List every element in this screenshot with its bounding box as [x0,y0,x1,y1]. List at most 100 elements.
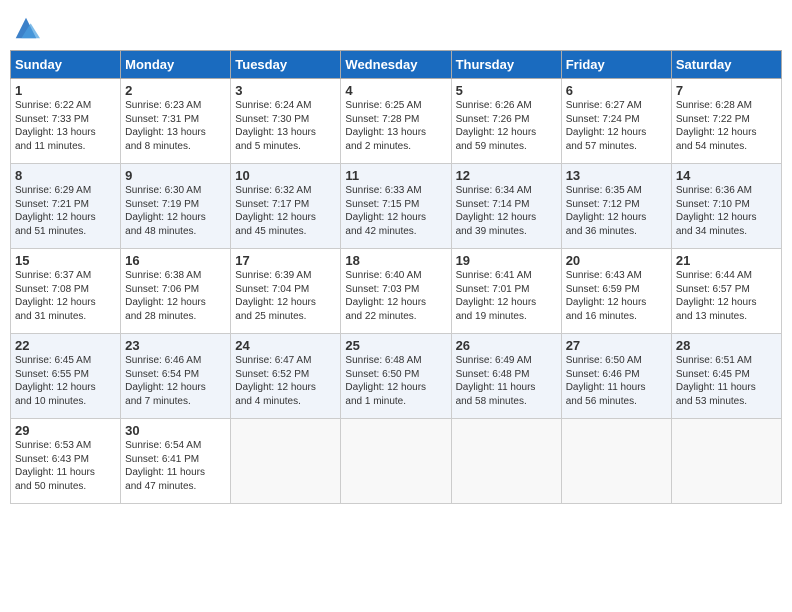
day-header-thursday: Thursday [451,51,561,79]
day-number: 29 [15,423,116,438]
calendar-cell: 27Sunrise: 6:50 AMSunset: 6:46 PMDayligh… [561,334,671,419]
calendar-cell: 11Sunrise: 6:33 AMSunset: 7:15 PMDayligh… [341,164,451,249]
cell-info: Sunrise: 6:39 AMSunset: 7:04 PMDaylight:… [235,269,336,323]
calendar-cell: 15Sunrise: 6:37 AMSunset: 7:08 PMDayligh… [11,249,121,334]
calendar-cell: 28Sunrise: 6:51 AMSunset: 6:45 PMDayligh… [671,334,781,419]
cell-info: Sunrise: 6:27 AMSunset: 7:24 PMDaylight:… [566,99,667,153]
calendar-header-row: SundayMondayTuesdayWednesdayThursdayFrid… [11,51,782,79]
calendar-week-row: 15Sunrise: 6:37 AMSunset: 7:08 PMDayligh… [11,249,782,334]
cell-info: Sunrise: 6:44 AMSunset: 6:57 PMDaylight:… [676,269,777,323]
calendar-cell: 22Sunrise: 6:45 AMSunset: 6:55 PMDayligh… [11,334,121,419]
calendar-cell: 13Sunrise: 6:35 AMSunset: 7:12 PMDayligh… [561,164,671,249]
calendar-cell: 25Sunrise: 6:48 AMSunset: 6:50 PMDayligh… [341,334,451,419]
day-header-monday: Monday [121,51,231,79]
day-number: 19 [456,253,557,268]
cell-info: Sunrise: 6:37 AMSunset: 7:08 PMDaylight:… [15,269,116,323]
cell-info: Sunrise: 6:25 AMSunset: 7:28 PMDaylight:… [345,99,446,153]
calendar-cell [341,419,451,504]
cell-info: Sunrise: 6:29 AMSunset: 7:21 PMDaylight:… [15,184,116,238]
cell-info: Sunrise: 6:53 AMSunset: 6:43 PMDaylight:… [15,439,116,493]
day-number: 17 [235,253,336,268]
cell-info: Sunrise: 6:38 AMSunset: 7:06 PMDaylight:… [125,269,226,323]
day-number: 12 [456,168,557,183]
day-number: 20 [566,253,667,268]
calendar-cell: 6Sunrise: 6:27 AMSunset: 7:24 PMDaylight… [561,79,671,164]
day-number: 10 [235,168,336,183]
calendar-week-row: 1Sunrise: 6:22 AMSunset: 7:33 PMDaylight… [11,79,782,164]
day-number: 23 [125,338,226,353]
day-number: 21 [676,253,777,268]
calendar-cell: 19Sunrise: 6:41 AMSunset: 7:01 PMDayligh… [451,249,561,334]
day-number: 24 [235,338,336,353]
calendar-cell: 12Sunrise: 6:34 AMSunset: 7:14 PMDayligh… [451,164,561,249]
day-number: 4 [345,83,446,98]
day-number: 13 [566,168,667,183]
cell-info: Sunrise: 6:36 AMSunset: 7:10 PMDaylight:… [676,184,777,238]
cell-info: Sunrise: 6:47 AMSunset: 6:52 PMDaylight:… [235,354,336,408]
calendar-cell [561,419,671,504]
day-number: 14 [676,168,777,183]
day-number: 1 [15,83,116,98]
header [10,10,782,42]
calendar-cell: 14Sunrise: 6:36 AMSunset: 7:10 PMDayligh… [671,164,781,249]
cell-info: Sunrise: 6:22 AMSunset: 7:33 PMDaylight:… [15,99,116,153]
day-number: 22 [15,338,116,353]
day-header-friday: Friday [561,51,671,79]
cell-info: Sunrise: 6:45 AMSunset: 6:55 PMDaylight:… [15,354,116,408]
calendar-cell: 7Sunrise: 6:28 AMSunset: 7:22 PMDaylight… [671,79,781,164]
calendar-cell: 8Sunrise: 6:29 AMSunset: 7:21 PMDaylight… [11,164,121,249]
cell-info: Sunrise: 6:51 AMSunset: 6:45 PMDaylight:… [676,354,777,408]
day-number: 27 [566,338,667,353]
day-number: 5 [456,83,557,98]
day-number: 6 [566,83,667,98]
calendar-cell: 20Sunrise: 6:43 AMSunset: 6:59 PMDayligh… [561,249,671,334]
calendar-week-row: 8Sunrise: 6:29 AMSunset: 7:21 PMDaylight… [11,164,782,249]
day-number: 28 [676,338,777,353]
calendar-cell: 17Sunrise: 6:39 AMSunset: 7:04 PMDayligh… [231,249,341,334]
calendar-cell: 1Sunrise: 6:22 AMSunset: 7:33 PMDaylight… [11,79,121,164]
calendar-cell: 4Sunrise: 6:25 AMSunset: 7:28 PMDaylight… [341,79,451,164]
day-header-tuesday: Tuesday [231,51,341,79]
calendar-week-row: 29Sunrise: 6:53 AMSunset: 6:43 PMDayligh… [11,419,782,504]
calendar-cell: 29Sunrise: 6:53 AMSunset: 6:43 PMDayligh… [11,419,121,504]
cell-info: Sunrise: 6:46 AMSunset: 6:54 PMDaylight:… [125,354,226,408]
cell-info: Sunrise: 6:23 AMSunset: 7:31 PMDaylight:… [125,99,226,153]
calendar-cell: 24Sunrise: 6:47 AMSunset: 6:52 PMDayligh… [231,334,341,419]
calendar-cell: 23Sunrise: 6:46 AMSunset: 6:54 PMDayligh… [121,334,231,419]
day-number: 7 [676,83,777,98]
day-number: 15 [15,253,116,268]
cell-info: Sunrise: 6:33 AMSunset: 7:15 PMDaylight:… [345,184,446,238]
calendar-cell: 9Sunrise: 6:30 AMSunset: 7:19 PMDaylight… [121,164,231,249]
calendar-cell: 10Sunrise: 6:32 AMSunset: 7:17 PMDayligh… [231,164,341,249]
day-number: 2 [125,83,226,98]
day-number: 3 [235,83,336,98]
day-number: 11 [345,168,446,183]
calendar-cell [671,419,781,504]
cell-info: Sunrise: 6:30 AMSunset: 7:19 PMDaylight:… [125,184,226,238]
cell-info: Sunrise: 6:35 AMSunset: 7:12 PMDaylight:… [566,184,667,238]
calendar-week-row: 22Sunrise: 6:45 AMSunset: 6:55 PMDayligh… [11,334,782,419]
day-number: 25 [345,338,446,353]
day-number: 26 [456,338,557,353]
day-number: 30 [125,423,226,438]
calendar-cell: 21Sunrise: 6:44 AMSunset: 6:57 PMDayligh… [671,249,781,334]
cell-info: Sunrise: 6:24 AMSunset: 7:30 PMDaylight:… [235,99,336,153]
day-header-wednesday: Wednesday [341,51,451,79]
logo [10,14,40,42]
cell-info: Sunrise: 6:41 AMSunset: 7:01 PMDaylight:… [456,269,557,323]
logo-icon [12,14,40,42]
cell-info: Sunrise: 6:34 AMSunset: 7:14 PMDaylight:… [456,184,557,238]
calendar-cell: 26Sunrise: 6:49 AMSunset: 6:48 PMDayligh… [451,334,561,419]
calendar-cell: 18Sunrise: 6:40 AMSunset: 7:03 PMDayligh… [341,249,451,334]
cell-info: Sunrise: 6:49 AMSunset: 6:48 PMDaylight:… [456,354,557,408]
cell-info: Sunrise: 6:54 AMSunset: 6:41 PMDaylight:… [125,439,226,493]
cell-info: Sunrise: 6:50 AMSunset: 6:46 PMDaylight:… [566,354,667,408]
day-header-saturday: Saturday [671,51,781,79]
calendar-cell [451,419,561,504]
calendar-cell: 30Sunrise: 6:54 AMSunset: 6:41 PMDayligh… [121,419,231,504]
day-number: 8 [15,168,116,183]
calendar-table: SundayMondayTuesdayWednesdayThursdayFrid… [10,50,782,504]
day-number: 16 [125,253,226,268]
cell-info: Sunrise: 6:48 AMSunset: 6:50 PMDaylight:… [345,354,446,408]
day-number: 9 [125,168,226,183]
